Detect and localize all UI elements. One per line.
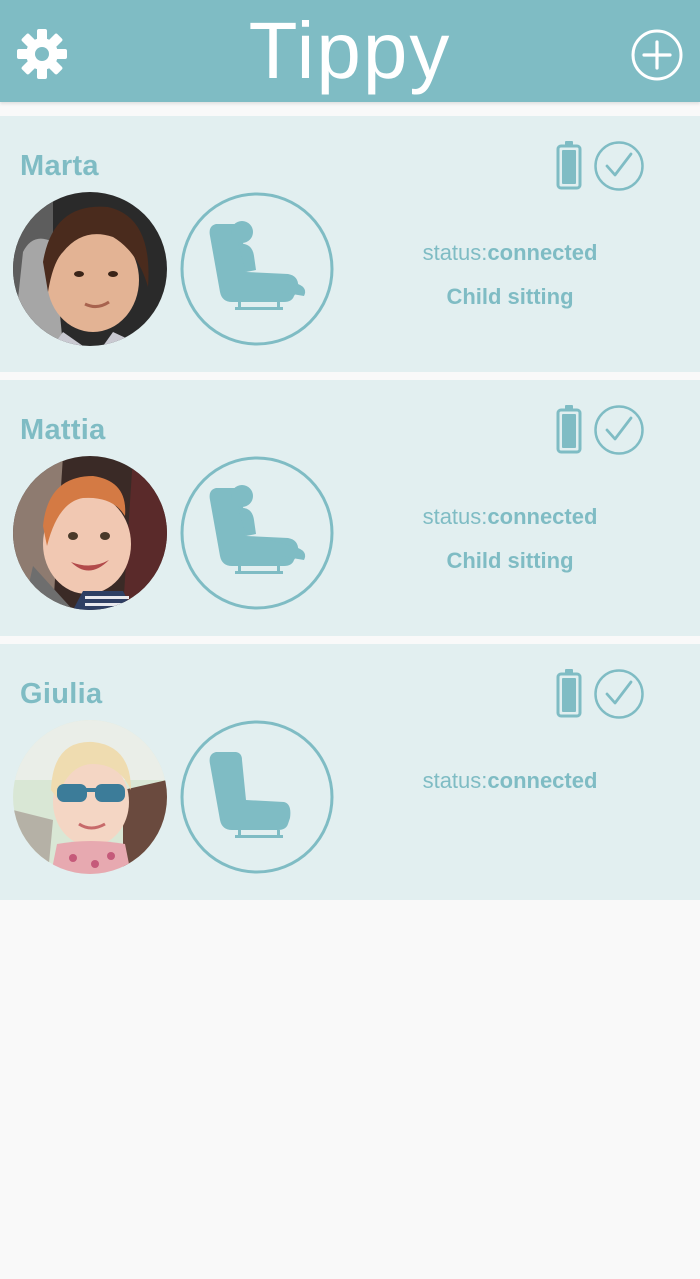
plus-circle-icon[interactable] [630,28,684,82]
battery-full-icon [556,141,582,190]
status-value: connected [487,768,598,793]
child-name: Mattia [20,414,106,446]
status-label: status: [422,240,488,265]
connection-status: status:connected [380,504,640,530]
child-card[interactable]: Mattia status:connected Child sitting [0,380,700,636]
app-title: Tippy [249,6,452,95]
car-seat-occupied-icon [180,192,334,346]
battery-full-icon [556,669,582,718]
child-card[interactable]: Giulia status:connected [0,644,700,900]
app-header: Tippy [0,0,700,102]
child-name: Marta [20,150,99,182]
battery-full-icon [556,405,582,454]
check-circle-icon[interactable] [593,140,645,192]
check-circle-icon[interactable] [593,404,645,456]
car-seat-occupied-icon [180,456,334,610]
status-value: connected [487,504,598,529]
connection-status: status:connected [380,240,640,266]
connection-status: status:connected [380,768,640,794]
child-photo [13,720,167,874]
child-card[interactable]: Marta status:connected Child sitting [0,116,700,372]
status-label: status: [422,768,488,793]
seat-state: Child sitting [446,284,574,309]
child-photo [13,456,167,610]
child-photo [13,192,167,346]
status-value: connected [487,240,598,265]
child-name: Giulia [20,678,103,710]
check-circle-icon[interactable] [593,668,645,720]
status-label: status: [422,504,488,529]
app-title-logo: Tippy [249,6,452,95]
seat-state: Child sitting [446,548,574,573]
car-seat-empty-icon [180,720,334,874]
